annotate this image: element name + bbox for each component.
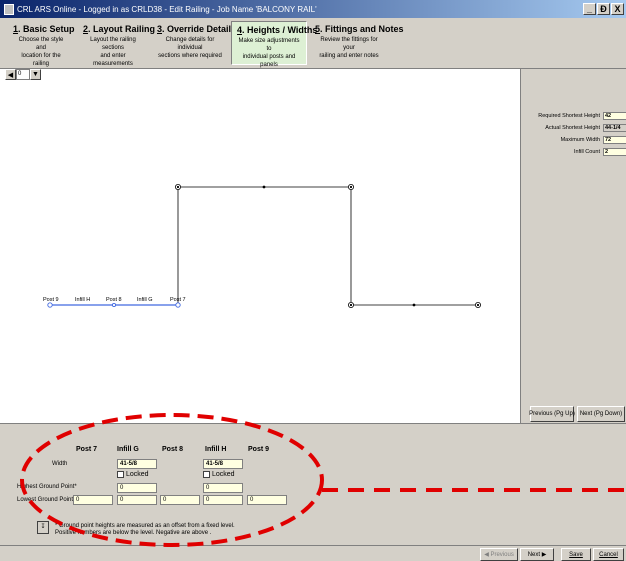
infill-h-width-field[interactable]: 41-5/8 (203, 459, 243, 469)
infill-g-width-field[interactable]: 41-5/8 (117, 459, 157, 469)
minimize-button[interactable]: _ (583, 3, 596, 15)
actual-height-row: Actual Shortest Height 44-1/4 (521, 124, 626, 132)
locked-label: Locked (212, 471, 235, 478)
post-7-label: Post 7 (170, 297, 186, 303)
tab-title: 4. Heights / Widths (237, 25, 318, 35)
width-label: Width (52, 461, 68, 467)
infill-count-field[interactable]: 2 (603, 148, 626, 156)
next-section-button[interactable]: Next (Pg Down) (577, 406, 625, 422)
infill-g-highest-field[interactable]: 0 (117, 483, 157, 493)
post-marker[interactable] (174, 184, 181, 191)
required-height-label: Required Shortest Height (538, 113, 600, 119)
tab-title: 2. Layout Railing (83, 24, 156, 34)
infill-g-label: Infill G (137, 297, 153, 303)
highest-ground-label: Highest Ground Point* (17, 484, 77, 490)
window-title: CRL ARS Online - Logged in as CRLD38 - E… (17, 4, 317, 14)
arrow-right-icon: ▶ (540, 552, 547, 558)
next-button[interactable]: Next ▶ (520, 548, 554, 561)
tab-description: Change details for individual sections wh… (158, 37, 222, 59)
column-header: Post 8 (162, 446, 184, 453)
infill-h-lowest-field[interactable]: 0 (203, 495, 243, 505)
tab-basic-setup[interactable]: 1. Basic Setup Choose the style and locat… (8, 21, 75, 67)
post-7-lowest-field[interactable]: 0 (73, 495, 113, 505)
infill-count-row: Infill Count 2 (521, 148, 626, 156)
max-width-label: Maximum Width (560, 137, 600, 143)
midpoint-marker[interactable] (262, 185, 266, 189)
infill-g-locked-checkbox[interactable]: Locked (117, 471, 149, 478)
checkbox-icon (203, 471, 210, 478)
post-8-label: Post 8 (106, 297, 122, 303)
checkbox-icon (117, 471, 124, 478)
locked-label: Locked (126, 471, 149, 478)
cancel-button[interactable]: Cancel (593, 548, 624, 561)
infill-g-lowest-field[interactable]: 0 (117, 495, 157, 505)
tab-description: Choose the style and location for the rai… (18, 37, 64, 67)
tab-override-details[interactable]: 3. Override Details Change details for i… (152, 21, 237, 65)
save-button[interactable]: Save (561, 548, 591, 561)
required-height-row: Required Shortest Height 42 (521, 112, 626, 120)
column-header: Infill G (117, 446, 139, 453)
post-marker[interactable] (347, 301, 354, 308)
max-width-field[interactable]: 72 (603, 136, 626, 144)
tab-fittings-notes[interactable]: 5. Fittings and Notes Review the fitting… (310, 21, 404, 65)
post-9-marker[interactable] (47, 302, 53, 308)
post-marker[interactable] (474, 301, 481, 308)
ground-point-note: * Ground point heights are measured as a… (55, 523, 235, 536)
wizard-tabs: 1. Basic Setup Choose the style and locat… (0, 18, 626, 69)
post-8-marker[interactable] (111, 302, 117, 308)
tab-title: 3. Override Details (157, 24, 237, 34)
tab-description: Review the fittings for your railing and … (319, 37, 379, 59)
infill-count-label: Infill Count (574, 149, 600, 155)
post-9-lowest-field[interactable]: 0 (247, 495, 287, 505)
post-9-label: Post 9 (43, 297, 59, 303)
post-7-marker[interactable] (175, 302, 181, 308)
railing-canvas[interactable]: ◀ 0 ▼ Post 9 Infill H Post 8 Infill G Po… (5, 69, 520, 423)
lowest-ground-label: Lowest Ground Point* (17, 497, 76, 503)
title-bar: CRL ARS Online - Logged in as CRLD38 - E… (0, 0, 626, 18)
previous-button[interactable]: ◀ Previous (480, 548, 518, 561)
tab-title: 5. Fittings and Notes (315, 24, 404, 34)
tab-heights-widths[interactable]: 4. Heights / Widths Make size adjustment… (231, 21, 318, 68)
midpoint-marker[interactable] (412, 303, 416, 307)
app-icon (4, 3, 14, 15)
infill-h-highest-field[interactable]: 0 (203, 483, 243, 493)
column-header: Post 9 (248, 446, 270, 453)
post-marker[interactable] (347, 184, 354, 191)
detail-grid: Post 7 Infill G Post 8 Infill H Post 9 W… (0, 423, 626, 545)
close-button[interactable]: X (611, 3, 624, 15)
navigation-bar: ◀ Previous Next ▶ Save Cancel (0, 545, 626, 561)
infill-h-locked-checkbox[interactable]: Locked (203, 471, 235, 478)
infill-h-label: Infill H (75, 297, 90, 303)
required-height-field[interactable]: 42 (603, 112, 626, 120)
previous-section-button[interactable]: Previous (Pg Up) (529, 406, 575, 422)
tab-layout-railing[interactable]: 2. Layout Railing Layout the railing sec… (78, 21, 156, 67)
ground-level-icon: ↧ (37, 521, 49, 534)
railing-drawing: Post 9 Infill H Post 8 Infill G Post 7 (43, 184, 481, 308)
max-width-row: Maximum Width 72 (521, 136, 626, 144)
column-header: Infill H (205, 446, 227, 453)
column-header: Post 7 (76, 446, 98, 453)
tab-description: Layout the railing sections and enter mea… (90, 37, 136, 67)
restore-button[interactable]: Ɖ (597, 3, 610, 15)
post-8-lowest-field[interactable]: 0 (160, 495, 200, 505)
tab-description: Make size adjustments to individual posts… (238, 38, 300, 68)
actual-height-field: 44-1/4 (603, 124, 626, 132)
properties-panel: Required Shortest Height 42 Actual Short… (520, 69, 626, 423)
tab-title: 1. Basic Setup (13, 24, 75, 34)
actual-height-label: Actual Shortest Height (545, 125, 600, 131)
